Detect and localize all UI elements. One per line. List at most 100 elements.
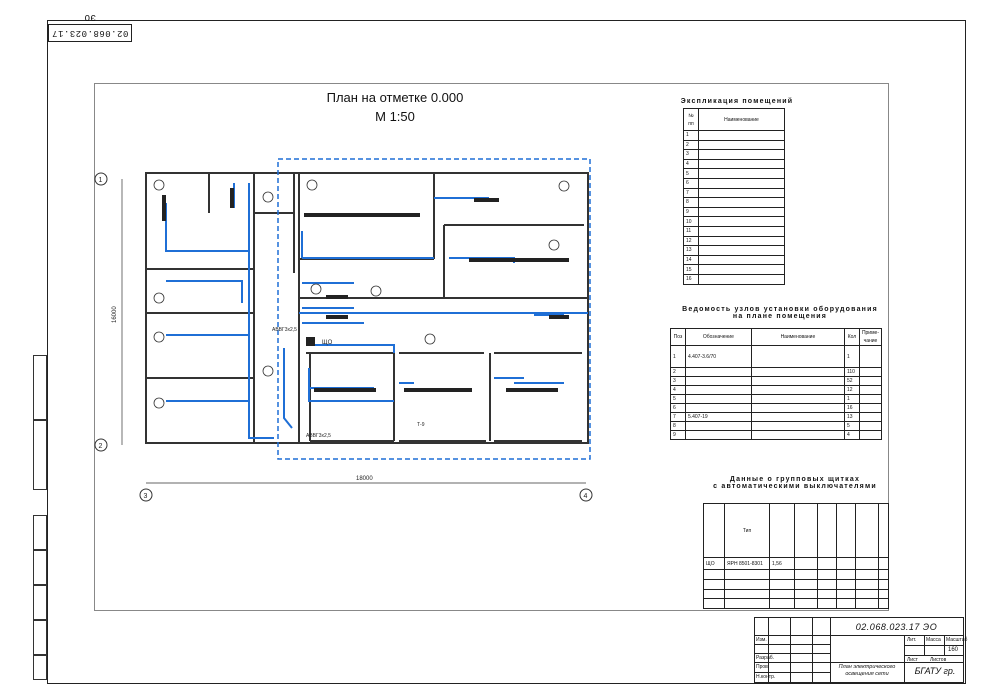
equipment-table-row: 6 16 (670, 403, 883, 413)
rooms-row-name (698, 158, 785, 170)
equipment-cell-qty: 4 (843, 430, 860, 440)
panel-title-line-1: Данные о групповых щитках (729, 476, 861, 483)
rooms-table-title: Экспликация помещений (680, 98, 794, 105)
rooms-table-row: 16 (683, 273, 785, 285)
rooms-row-num: 15 (683, 264, 699, 275)
rooms-table-row: 8 (683, 197, 785, 208)
eq-header-code: Обозначение (684, 328, 752, 346)
equipment-table-title: Ведомость узлов установки оборудования н… (670, 306, 890, 320)
equipment-cell-code (684, 430, 752, 440)
equipment-cell-pos: 4 (670, 385, 686, 395)
equipment-cell-empty (858, 412, 883, 422)
equipment-table: Поз Обозначение Наименование Кол Приме- … (670, 328, 883, 440)
tb-organization: БГАТУ гр. (914, 666, 956, 676)
tb-col-mass: Масса (926, 637, 941, 643)
rooms-table-row: 4 (683, 158, 785, 170)
rooms-row-name (698, 139, 785, 151)
tb-col-sheets: Листов (930, 657, 947, 663)
equipment-cell-pos: 2 (670, 367, 686, 377)
tb-row-nkontr: Н.контр. (756, 674, 776, 680)
equipment-cell-empty (750, 412, 845, 422)
rooms-row-name (698, 168, 785, 179)
equipment-cell-pos: 6 (670, 403, 686, 413)
equipment-cell-empty (858, 430, 883, 440)
equipment-cell-code (684, 376, 752, 386)
equipment-cell-empty (858, 421, 883, 431)
rooms-table-row: 12 (683, 235, 785, 247)
rooms-row-num: 8 (683, 197, 699, 208)
rooms-row-name (698, 216, 785, 227)
rooms-row-name (698, 235, 785, 247)
floor-plan: ЩО АВВГ3х2,5 АВВГ3х2,5 1 2 3 4 18000 160… (94, 158, 593, 502)
tb-row-prov: Пров. (756, 664, 770, 670)
equipment-cell-code (684, 421, 752, 431)
equipment-cell-code (684, 394, 752, 404)
rooms-row-num: 16 (683, 273, 699, 285)
equipment-cell-empty (750, 385, 845, 395)
eq-header-note: Приме- чание (858, 328, 883, 346)
dimension-side: 16000 (112, 306, 118, 323)
panel-title-line-2: с автоматическими выключателями (713, 483, 877, 490)
rooms-row-num: 14 (683, 254, 699, 266)
axis-label-3: 3 (144, 493, 148, 500)
tb-sheet-name: План электрического освещения сети (838, 664, 896, 677)
equipment-cell-pos: 8 (670, 421, 686, 431)
equipment-cell-code (684, 385, 752, 395)
room-code: Т-9 (417, 422, 425, 428)
panel-header-type: Тип (724, 503, 770, 558)
rooms-row-num: 7 (683, 187, 699, 199)
equipment-table-row: 7 5.407-19 13 (670, 412, 883, 422)
equipment-cell-pos: 9 (670, 430, 686, 440)
equipment-cell-qty: 5 (843, 421, 860, 431)
equipment-cell-empty (750, 430, 845, 440)
rooms-row-num: 5 (683, 168, 699, 179)
equipment-cell-empty (750, 421, 845, 431)
equipment-cell-code (684, 403, 752, 413)
equipment-cell-code: 4.407-3.6/70 (684, 345, 752, 368)
axis-label-1: 1 (99, 177, 103, 184)
rooms-row-name (698, 197, 785, 208)
title-block-code: 02.068.023.17 ЭО (830, 619, 963, 636)
equipment-title-line-1: Ведомость узлов установки оборудования (682, 306, 878, 313)
rooms-header-num: № пп (683, 108, 699, 131)
equipment-cell-qty: 16 (843, 403, 860, 413)
panel-row-value: 1,56 (769, 557, 795, 570)
rooms-row-num: 3 (683, 149, 699, 160)
eq-header-pos: Поз (670, 328, 686, 346)
rotated-code-stamp: 02.068.023.17 ЭО (48, 12, 132, 42)
rooms-table-row: 6 (683, 177, 785, 189)
equipment-cell-qty: 110 (843, 367, 860, 377)
tb-col-scale: Масштаб (946, 637, 968, 643)
rooms-row-name (698, 273, 785, 285)
distribution-panel-symbol (306, 337, 315, 346)
rooms-header-name: Наименование (698, 108, 785, 131)
equipment-cell-code: 5.407-19 (684, 412, 752, 422)
rooms-row-name (698, 187, 785, 199)
rooms-row-num: 10 (683, 216, 699, 227)
equipment-cell-empty (858, 376, 883, 386)
rooms-row-num: 11 (683, 225, 699, 237)
equipment-cell-empty (858, 403, 883, 413)
eq-header-name: Наименование (750, 328, 845, 346)
equipment-cell-empty (750, 345, 845, 368)
equipment-cell-qty: 12 (843, 385, 860, 395)
equipment-cell-empty (858, 394, 883, 404)
eq-header-qty: Кол (843, 328, 860, 346)
rooms-row-name (698, 130, 785, 141)
equipment-cell-empty (858, 385, 883, 395)
rooms-row-num: 1 (683, 130, 699, 141)
equipment-cell-empty (858, 367, 883, 377)
rooms-table-row: 9 (683, 206, 785, 218)
axis-label-2: 2 (99, 443, 103, 450)
rooms-row-num: 2 (683, 139, 699, 151)
rooms-table-row: 15 (683, 264, 785, 275)
rooms-table: № пп Наименование 1 2 3 4 5 6 7 8 9 10 11 12 13 14 15 1… (683, 108, 785, 285)
equipment-cell-empty (750, 403, 845, 413)
equipment-table-row: 4 12 (670, 385, 883, 395)
tb-col-stage: Лит. (907, 637, 917, 643)
equipment-cell-pos: 5 (670, 394, 686, 404)
rooms-table-row: 13 (683, 245, 785, 256)
rooms-table-row: 2 (683, 139, 785, 151)
panel-table-title: Данные о групповых щитках с автоматическ… (700, 476, 890, 490)
rooms-table-row: 7 (683, 187, 785, 199)
